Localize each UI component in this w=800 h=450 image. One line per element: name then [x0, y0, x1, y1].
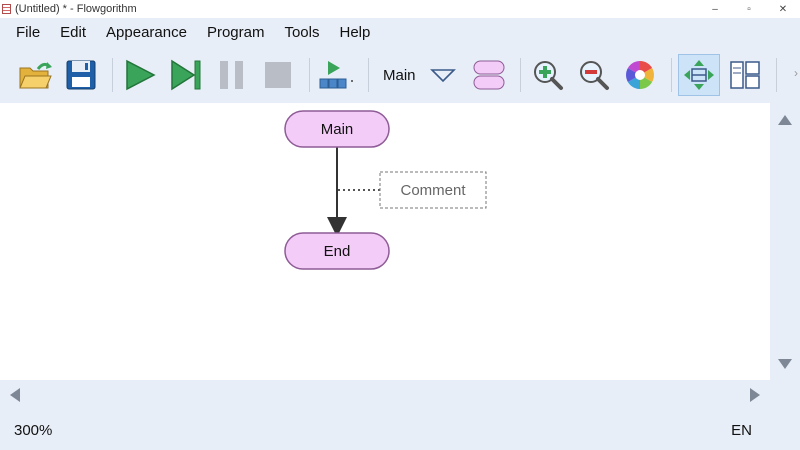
function-selector[interactable]: Main — [383, 67, 416, 84]
stop-icon — [265, 62, 291, 88]
language-indicator[interactable]: EN — [731, 422, 752, 439]
zoom-out-button[interactable] — [573, 54, 615, 96]
flowchart-svg: Main Comment End — [284, 110, 487, 270]
run-button[interactable] — [119, 54, 161, 96]
flowchart-canvas[interactable]: Main Comment End — [0, 103, 770, 380]
start-terminal-label: Main — [321, 121, 354, 138]
function-dropdown-button[interactable] — [422, 54, 464, 96]
menu-file[interactable]: File — [6, 18, 50, 48]
play-icon — [126, 59, 156, 91]
close-button[interactable]: ✕ — [766, 0, 800, 18]
pan-mode-button[interactable] — [677, 54, 720, 96]
color-wheel-icon — [625, 61, 654, 89]
toolbar: Main › — [0, 48, 800, 102]
open-folder-icon — [19, 62, 52, 89]
comment-label: Comment — [400, 182, 466, 199]
start-terminal[interactable]: Main — [284, 110, 390, 148]
end-terminal-label: End — [324, 243, 351, 260]
scroll-down-icon[interactable] — [778, 359, 792, 369]
window-controls: – ▫ ✕ — [698, 0, 800, 18]
zoom-level: 300% — [14, 422, 53, 439]
pause-button[interactable] — [211, 54, 253, 96]
layout-windows-button[interactable] — [724, 54, 766, 96]
color-scheme-button[interactable] — [619, 54, 661, 96]
zoom-out-icon — [579, 61, 609, 90]
menu-bar: File Edit Appearance Program Tools Help — [0, 18, 800, 48]
move-arrows-icon — [683, 60, 714, 90]
menu-appearance[interactable]: Appearance — [96, 18, 197, 48]
maximize-button[interactable]: ▫ — [732, 0, 766, 18]
menu-help[interactable]: Help — [330, 18, 381, 48]
menu-tools[interactable]: Tools — [274, 18, 329, 48]
app-window: (Untitled) * - Flowgorithm – ▫ ✕ File Ed… — [0, 0, 800, 450]
toolbar-separator — [112, 58, 113, 92]
toolbar-separator — [309, 58, 310, 92]
end-terminal[interactable]: End — [284, 232, 390, 270]
chevron-down-icon — [429, 69, 456, 83]
window-title: (Untitled) * - Flowgorithm — [15, 3, 137, 15]
scroll-right-icon[interactable] — [750, 388, 760, 402]
minimize-button[interactable]: – — [698, 0, 732, 18]
toolbar-overflow-icon[interactable]: › — [794, 66, 798, 80]
run-options-button[interactable] — [316, 54, 358, 96]
scroll-up-icon[interactable] — [778, 115, 792, 125]
toolbar-separator — [670, 58, 672, 92]
scroll-left-icon[interactable] — [10, 388, 20, 402]
pause-icon — [220, 61, 243, 89]
vertical-scrollbar[interactable] — [770, 103, 800, 380]
menu-edit[interactable]: Edit — [50, 18, 96, 48]
title-bar: (Untitled) * - Flowgorithm – ▫ ✕ — [0, 0, 800, 18]
zoom-in-icon — [533, 61, 563, 90]
toolbar-separator — [775, 58, 777, 92]
menu-program[interactable]: Program — [197, 18, 275, 48]
toolbar-separator — [519, 58, 521, 92]
functions-icon — [473, 60, 505, 90]
comment-box[interactable]: Comment — [379, 171, 487, 209]
horizontal-scrollbar[interactable] — [0, 380, 770, 410]
variable-watch-icon — [319, 61, 353, 89]
manage-functions-button[interactable] — [468, 54, 510, 96]
step-button[interactable] — [165, 54, 207, 96]
zoom-in-button[interactable] — [527, 54, 569, 96]
save-button[interactable] — [60, 54, 102, 96]
toolbar-separator — [368, 58, 369, 92]
layout-panels-icon — [729, 61, 760, 89]
step-forward-icon — [171, 59, 201, 91]
stop-button[interactable] — [257, 54, 299, 96]
flowgorithm-app-icon — [2, 4, 11, 14]
open-file-button[interactable] — [14, 54, 56, 96]
save-disk-icon — [66, 60, 96, 90]
status-bar: 300% EN — [0, 410, 800, 450]
scrollbar-corner — [770, 380, 800, 410]
